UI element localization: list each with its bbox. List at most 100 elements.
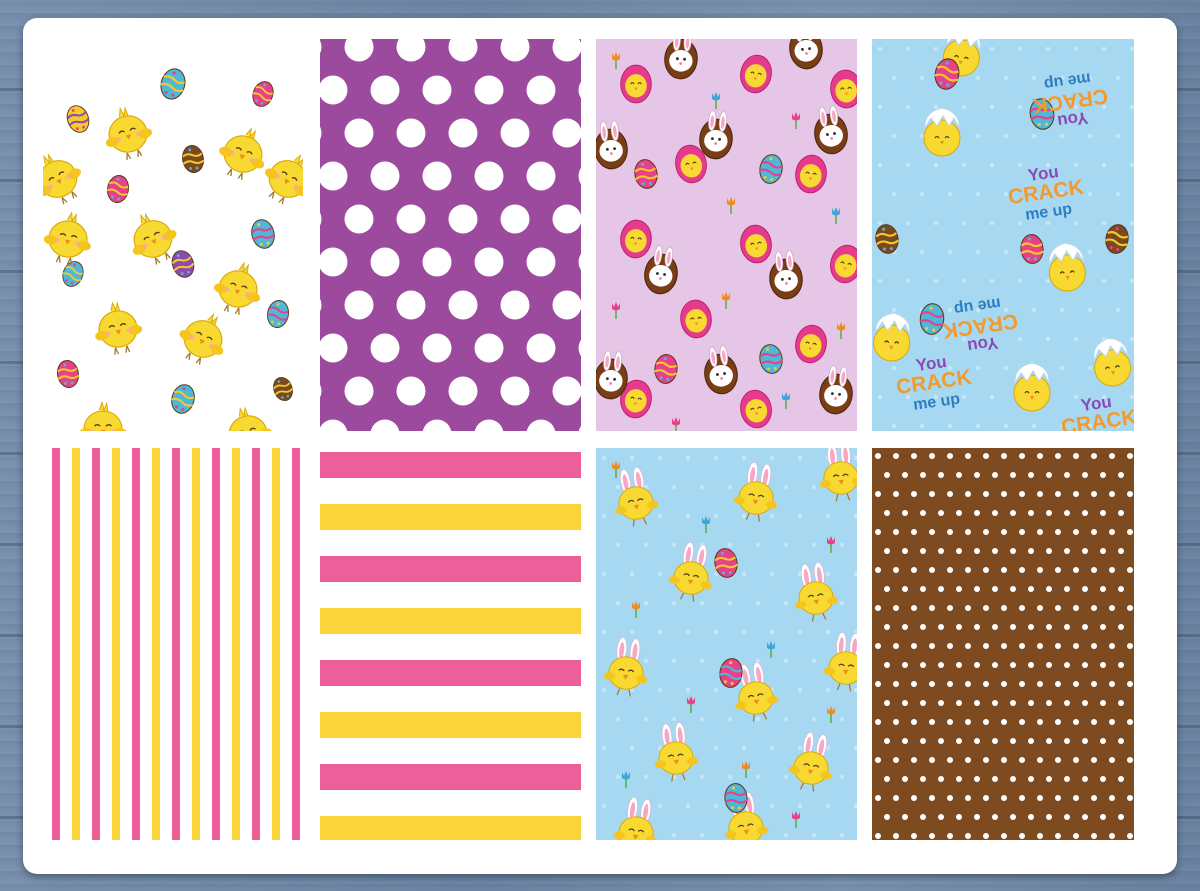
- polka-dot: [902, 662, 908, 668]
- polka-dot: [1055, 719, 1061, 725]
- background-dot: [1045, 278, 1051, 284]
- background-dot: [685, 513, 691, 519]
- background-dot: [657, 803, 663, 809]
- background-dot: [601, 513, 607, 519]
- polka-dot: [1127, 833, 1133, 839]
- background-dot: [699, 484, 705, 490]
- polka-dot: [1010, 700, 1016, 706]
- polka-dot: [1064, 472, 1070, 478]
- background-dot: [811, 832, 817, 838]
- polka-dot: [920, 776, 926, 782]
- stripe: [292, 448, 300, 840]
- polka-dot: [938, 510, 944, 516]
- background-dot: [671, 832, 677, 838]
- polka-dot: [1037, 567, 1043, 573]
- background-dot: [657, 455, 663, 461]
- polka-dot: [902, 624, 908, 630]
- polka-dot: [992, 700, 998, 706]
- background-dot: [933, 278, 939, 284]
- polka-dot: [992, 624, 998, 630]
- stripe: [272, 448, 280, 840]
- polka-dot: [552, 376, 581, 406]
- background-dot: [755, 774, 761, 780]
- background-dot: [961, 162, 967, 168]
- polka-dot: [552, 204, 581, 234]
- polka-dot: [920, 662, 926, 668]
- polka-dot: [1073, 681, 1079, 687]
- background-dot: [975, 133, 981, 139]
- polka-dot: [1064, 662, 1070, 668]
- polka-dot: [956, 662, 962, 668]
- background-dot: [671, 600, 677, 606]
- background-dot: [727, 600, 733, 606]
- polka-dot: [1019, 719, 1025, 725]
- polka-dot: [902, 472, 908, 478]
- polka-dot: [938, 700, 944, 706]
- background-dot: [877, 104, 883, 110]
- background-dot: [1059, 365, 1065, 371]
- polka-dot: [1109, 757, 1115, 763]
- polka-dot: [992, 738, 998, 744]
- polka-dot: [911, 491, 917, 497]
- background-dot: [933, 46, 939, 52]
- polka-dot: [938, 814, 944, 820]
- background-dot: [919, 249, 925, 255]
- background-dot: [1087, 133, 1093, 139]
- background-dot: [797, 803, 803, 809]
- polka-dot: [974, 586, 980, 592]
- polka-dot: [1028, 586, 1034, 592]
- polka-dot: [1091, 491, 1097, 497]
- polka-dot: [1091, 681, 1097, 687]
- polka-dot: [1118, 472, 1124, 478]
- polka-dot: [1055, 453, 1061, 459]
- chick-in-egg-icon: [620, 64, 652, 104]
- polka-dot: [1091, 795, 1097, 801]
- stripe: [252, 448, 260, 840]
- background-dot: [947, 307, 953, 313]
- background-dot: [1129, 162, 1134, 168]
- polka-dot: [474, 247, 504, 277]
- background-dot: [671, 542, 677, 548]
- background-dot: [713, 745, 719, 751]
- polka-dot: [1118, 776, 1124, 782]
- polka-dot: [1118, 700, 1124, 706]
- polka-dot: [1091, 453, 1097, 459]
- polka-dot: [1073, 529, 1079, 535]
- background-dot: [839, 774, 845, 780]
- polka-dot: [1001, 681, 1007, 687]
- polka-dot: [902, 776, 908, 782]
- polka-dot: [947, 795, 953, 801]
- background-dot: [961, 220, 967, 226]
- polka-dot: [1001, 719, 1007, 725]
- polka-dot: [1127, 567, 1133, 573]
- background-dot: [783, 658, 789, 664]
- background-dot: [713, 513, 719, 519]
- polka-dot: [1082, 510, 1088, 516]
- polka-dot: [893, 567, 899, 573]
- polka-dot: [1019, 795, 1025, 801]
- polka-dot: [983, 757, 989, 763]
- polka-dot: [1046, 814, 1052, 820]
- polka-dot: [875, 643, 881, 649]
- stripe: [112, 448, 120, 840]
- background-dot: [1073, 162, 1079, 168]
- background-dot: [825, 513, 831, 519]
- background-dot: [727, 716, 733, 722]
- polka-dot: [956, 776, 962, 782]
- polka-dot: [344, 290, 374, 320]
- polka-dot: [1091, 567, 1097, 573]
- background-dot: [1003, 423, 1009, 429]
- background-dot: [783, 484, 789, 490]
- background-dot: [1101, 220, 1107, 226]
- background-dot: [699, 716, 705, 722]
- polka-dot: [947, 529, 953, 535]
- crack-me-up-pattern: You CRACK me up You CRACK me up You CRAC…: [872, 39, 1134, 431]
- polka-dot: [1127, 681, 1133, 687]
- polka-dot: [1109, 529, 1115, 535]
- polka-dot: [1127, 491, 1133, 497]
- polka-dot: [974, 738, 980, 744]
- polka-dot: [1010, 662, 1016, 668]
- polka-dot: [884, 662, 890, 668]
- polka-dot: [1010, 814, 1016, 820]
- polka-dot: [1082, 738, 1088, 744]
